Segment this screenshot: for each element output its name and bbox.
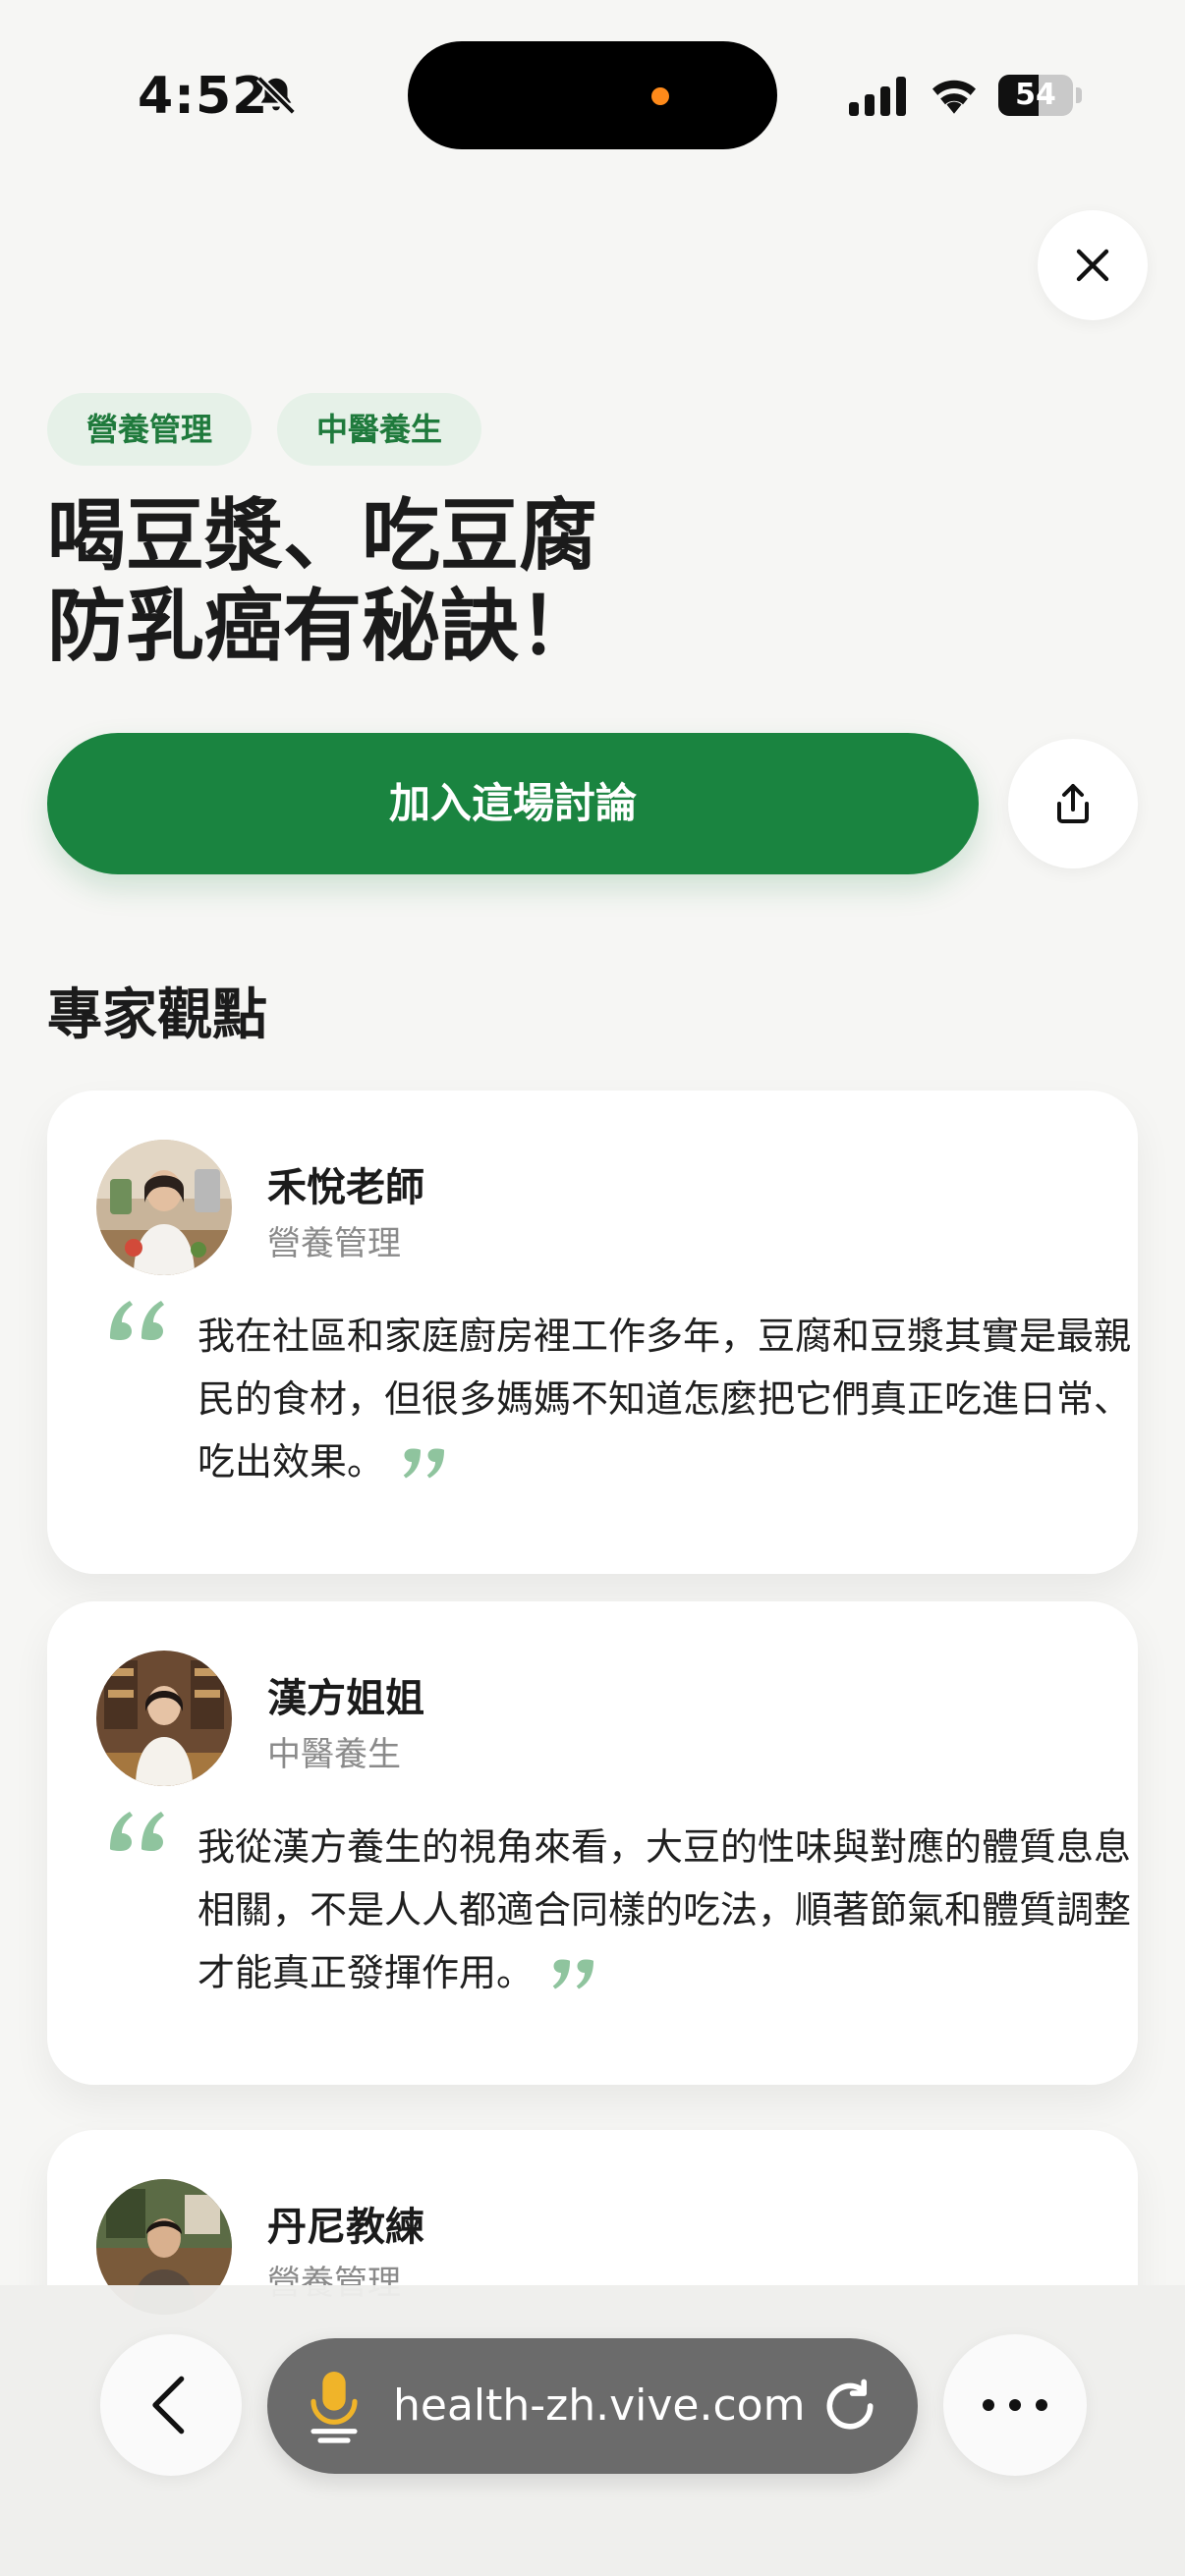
microphone-icon[interactable] [307,2368,362,2444]
status-bar: 4:52 54 [0,0,1185,187]
expert-name: 丹尼教練 [267,2205,424,2250]
quote-open-icon [110,1301,164,1340]
cellular-signal-icon [849,77,906,116]
battery-percent: 54 [1015,78,1056,112]
expert-quote: 我從漢方養生的視角來看，大豆的性味與對應的體質息息相關，不是人人都適合同樣的吃法… [198,1816,1131,2004]
expert-quote-text: 我在社區和家庭廚房裡工作多年，豆腐和豆漿其實是最親民的食材，但很多媽媽不知道怎麼… [198,1315,1132,1484]
expert-category: 中醫養生 [267,1735,401,1774]
dynamic-island [408,41,777,149]
back-button[interactable] [100,2334,242,2476]
expert-card[interactable]: 漢方姐姐 中醫養生 我從漢方養生的視角來看，大豆的性味與對應的體質息息相關，不是… [47,1601,1138,2085]
expert-name: 禾悅老師 [267,1165,424,1210]
share-icon [1057,784,1089,823]
chevron-left-icon [152,2376,185,2435]
wifi-icon [932,80,976,114]
section-title-expert-views: 專家觀點 [47,983,267,1047]
more-button[interactable] [943,2334,1087,2476]
category-tags: 營養管理 中醫養生 [47,393,482,466]
close-icon [1076,249,1109,282]
recording-indicator-icon [651,87,669,105]
expert-quote-text: 我從漢方養生的視角來看，大豆的性味與對應的體質息息相關，不是人人都適合同樣的吃法… [198,1825,1132,1994]
url-text[interactable]: health-zh.vive.com [393,2338,806,2474]
url-value: health-zh.vive.com [393,2380,806,2431]
bell-slash-icon [256,76,296,115]
expert-name: 漢方姐姐 [267,1676,424,1721]
tag-nutrition[interactable]: 營養管理 [47,393,253,466]
address-bar[interactable]: health-zh.vive.com [267,2338,918,2474]
close-button[interactable] [1038,210,1148,320]
expert-category: 營養管理 [267,1224,401,1263]
quote-close-icon [403,1448,445,1478]
join-discussion-button[interactable]: 加入這場討論 [47,733,979,874]
quote-close-icon [552,1959,594,1988]
avatar [96,1651,232,1786]
quote-open-icon [110,1812,164,1851]
avatar [96,1140,232,1275]
status-time: 4:52 [138,67,269,126]
battery-icon: 54 [998,75,1082,116]
expert-quote: 我在社區和家庭廚房裡工作多年，豆腐和豆漿其實是最親民的食材，但很多媽媽不知道怎麼… [198,1305,1131,1493]
expert-card[interactable]: 禾悅老師 營養管理 我在社區和家庭廚房裡工作多年，豆腐和豆漿其實是最親民的食材，… [47,1091,1138,1574]
reload-icon[interactable] [819,2376,880,2436]
page-title: 喝豆漿、吃豆腐 防乳癌有秘訣！ [47,490,597,672]
share-button[interactable] [1008,739,1138,868]
more-icon [983,2399,1047,2411]
tag-tcm[interactable]: 中醫養生 [277,393,482,466]
